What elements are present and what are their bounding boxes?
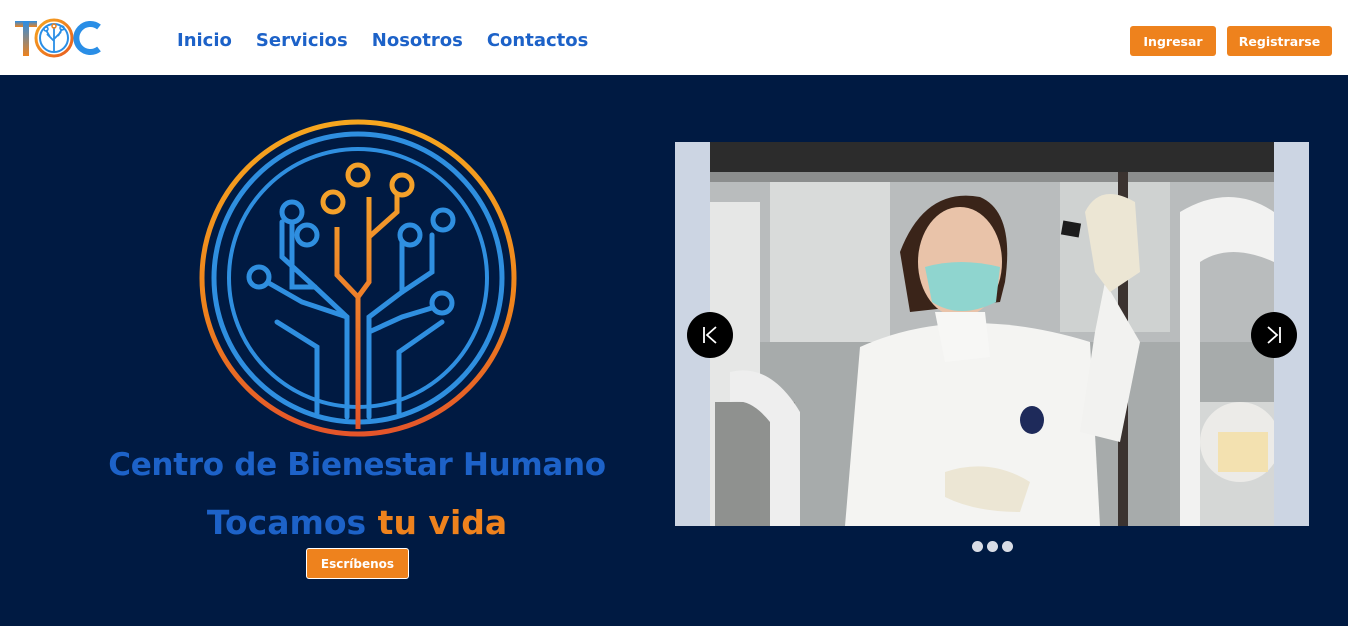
carousel-dot-3[interactable] (1002, 541, 1013, 552)
nav-inicio[interactable]: Inicio (177, 30, 232, 51)
carousel-dot-1[interactable] (972, 541, 983, 552)
tree-circuit-logo-icon (199, 119, 517, 437)
slogan-part-1: Tocamos (206, 503, 367, 542)
login-button[interactable]: Ingresar (1130, 26, 1216, 56)
carousel-indicators (972, 541, 1013, 552)
nav-servicios[interactable]: Servicios (256, 30, 348, 51)
contact-cta-button[interactable]: Escríbenos (306, 548, 409, 579)
site-header: Inicio Servicios Nosotros Contactos Ingr… (0, 0, 1348, 75)
scientist-photo (710, 142, 1274, 526)
main-nav: Inicio Servicios Nosotros Contactos (177, 30, 588, 51)
nav-nosotros[interactable]: Nosotros (372, 30, 463, 51)
hero-slogan: Tocamos tu vida (0, 503, 714, 542)
hero-section: Centro de Bienestar Humano Tocamos tu vi… (0, 75, 1348, 626)
carousel-next-button[interactable] (1251, 312, 1297, 358)
image-carousel (675, 142, 1309, 526)
register-button[interactable]: Registrarse (1227, 26, 1332, 56)
carousel-dot-2[interactable] (987, 541, 998, 552)
nav-contactos[interactable]: Contactos (487, 30, 589, 51)
skip-previous-icon (703, 326, 717, 344)
hero-title: Centro de Bienestar Humano (108, 447, 606, 483)
carousel-prev-button[interactable] (687, 312, 733, 358)
slogan-part-2: tu vida (377, 503, 508, 542)
skip-next-icon (1267, 326, 1281, 344)
toc-logo-icon[interactable] (14, 15, 104, 61)
auth-buttons: Ingresar Registrarse (1130, 26, 1332, 56)
